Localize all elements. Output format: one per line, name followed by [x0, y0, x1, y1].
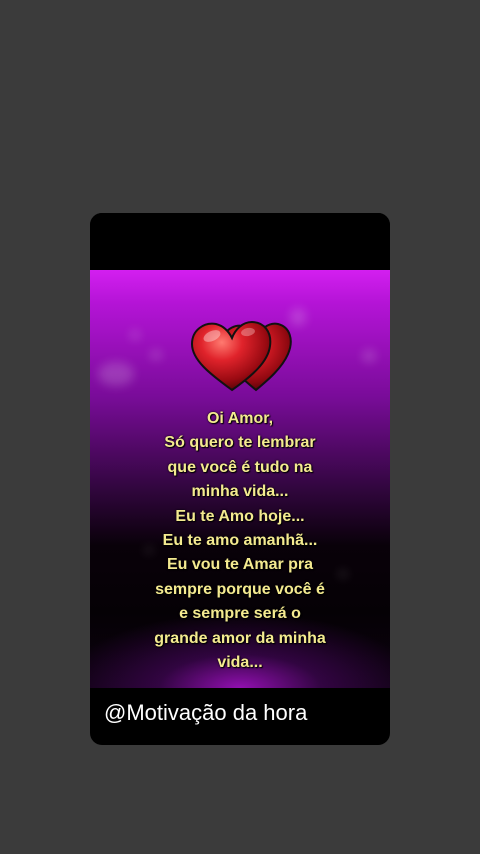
message-line: sempre porque você é [155, 580, 325, 598]
message-line: grande amor da minha [154, 629, 326, 647]
love-message: Oi Amor, Só quero te lembrar que você é … [90, 407, 390, 675]
bokeh-light [362, 350, 376, 362]
message-image: Oi Amor, Só quero te lembrar que você é … [90, 270, 390, 688]
message-line: Eu te amo amanhã... [162, 532, 318, 550]
bokeh-light [98, 362, 134, 386]
message-line: Oi Amor, [206, 410, 274, 427]
message-line: Só quero te lembrar [164, 434, 316, 452]
message-line: vida... [217, 654, 263, 672]
card-top-bar [90, 213, 390, 270]
bokeh-light [150, 350, 162, 360]
message-line: e sempre será o [179, 605, 301, 623]
bokeh-light [130, 330, 140, 340]
two-hearts-icon [190, 320, 292, 392]
message-line: minha vida... [191, 483, 289, 501]
message-line: Eu te Amo hoje... [175, 507, 305, 525]
channel-caption[interactable]: @Motivação da hora [104, 699, 307, 727]
message-line: Eu vou te Amar pra [166, 556, 314, 574]
video-card[interactable]: Oi Amor, Só quero te lembrar que você é … [90, 213, 390, 745]
message-line: que você é tudo na [167, 458, 313, 476]
